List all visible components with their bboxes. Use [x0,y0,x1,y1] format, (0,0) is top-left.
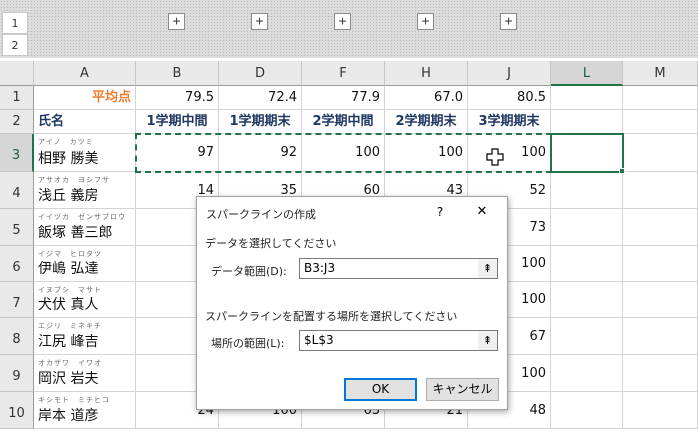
row-header[interactable]: 2 [0,110,34,134]
active-cell-border [550,133,624,173]
cell-d1[interactable]: 72.4 [219,86,302,110]
cell-l1[interactable] [551,86,623,110]
column-header-j[interactable]: J [468,61,551,86]
cell-b2[interactable]: 1学期中間 [136,110,219,134]
cell-m9[interactable] [623,355,698,392]
cell-a3[interactable]: アイノ カツミ 相野 勝美 [34,134,136,172]
furigana: アイノ カツミ [38,138,94,146]
row-header[interactable]: 1 [0,86,34,110]
expand-group-button[interactable]: + [500,13,517,30]
row-header[interactable]: 8 [0,318,34,355]
outline-level-1-button[interactable]: 1 [2,12,28,34]
column-header-b[interactable]: B [136,61,219,86]
furigana: エジリ ミネキチ [38,322,102,330]
location-range-input[interactable]: $L$3 [299,330,479,351]
cell-m7[interactable] [623,282,698,318]
data-range-collapse-button[interactable]: ⇞ [478,258,498,279]
cell-f1[interactable]: 77.9 [302,86,385,110]
cell-l5[interactable] [551,209,623,246]
cell-l7[interactable] [551,282,623,318]
cell-m8[interactable] [623,318,698,355]
cell-a4[interactable]: アサオカ ヨシフサ 浅丘 義房 [34,172,136,209]
cell-a10[interactable]: キシモト ミチヒコ 岸本 道彦 [34,392,136,429]
row-header[interactable]: 7 [0,282,34,318]
student-name: 飯塚 善三郎 [38,225,113,241]
row-header[interactable]: 10 [0,392,34,429]
cell-m2[interactable] [623,110,698,134]
cell-f2[interactable]: 2学期中間 [302,110,385,134]
cell-a6[interactable]: イジマ ヒロタツ 伊嶋 弘達 [34,246,136,282]
cell-l10[interactable] [551,392,623,429]
cell-m10[interactable] [623,392,698,429]
cell-m1[interactable] [623,86,698,110]
close-button[interactable]: ✕ [471,203,493,221]
furigana: アサオカ ヨシフサ [38,176,110,184]
fill-handle[interactable] [619,168,625,174]
cell-b1[interactable]: 79.5 [136,86,219,110]
student-name: 浅丘 義房 [38,188,99,204]
furigana: キシモト ミチヒコ [38,396,110,404]
column-header-a[interactable]: A [34,61,136,86]
data-range-label: データ範囲(D): [211,265,287,278]
cell-h2[interactable]: 2学期期末 [385,110,468,134]
furigana: オカザワ イワオ [38,359,102,367]
student-name: 江尻 峰吉 [38,334,99,350]
row-header[interactable]: 5 [0,209,34,246]
cell-m4[interactable] [623,172,698,209]
select-location-heading: スパークラインを配置する場所を選択してください [205,310,458,323]
outline-level-2-button[interactable]: 2 [2,34,28,56]
select-all-corner[interactable] [0,61,34,86]
cell-l2[interactable] [551,110,623,134]
cell-j1[interactable]: 80.5 [468,86,551,110]
expand-group-button[interactable]: + [251,13,268,30]
furigana: イイヅカ ゼンザブロウ [38,213,126,221]
cell-l6[interactable] [551,246,623,282]
data-range-input[interactable]: B3:J3 [299,258,479,279]
cell-j2[interactable]: 3学期期末 [468,110,551,134]
cell-m6[interactable] [623,246,698,282]
column-header-m[interactable]: M [623,61,698,86]
cell-l4[interactable] [551,172,623,209]
cell-m3[interactable] [623,134,698,172]
cell-l8[interactable] [551,318,623,355]
column-header-d[interactable]: D [219,61,302,86]
student-name: 岸本 道彦 [38,408,99,424]
cell-a1[interactable]: 平均点 [34,86,136,110]
help-button[interactable]: ? [430,203,450,221]
student-name: 犬伏 真人 [38,297,99,313]
cancel-button[interactable]: キャンセル [426,378,499,401]
ok-button[interactable]: OK [344,378,417,401]
cell-l9[interactable] [551,355,623,392]
cell-d2[interactable]: 1学期期末 [219,110,302,134]
cell-a9[interactable]: オカザワ イワオ 岡沢 岩夫 [34,355,136,392]
cell-cursor-icon [486,148,504,166]
expand-group-button[interactable]: + [168,13,185,30]
row-header[interactable]: 9 [0,355,34,392]
select-data-heading: データを選択してください [205,237,337,250]
column-header-f[interactable]: F [302,61,385,86]
expand-group-button[interactable]: + [417,13,434,30]
location-range-collapse-button[interactable]: ⇞ [478,330,498,351]
cell-a2[interactable]: 氏名 [34,110,136,134]
cell-a8[interactable]: エジリ ミネキチ 江尻 峰吉 [34,318,136,355]
student-name: 岡沢 岩夫 [38,371,99,387]
row-header[interactable]: 4 [0,172,34,209]
student-name: 伊嶋 弘達 [38,261,99,277]
cell-h1[interactable]: 67.0 [385,86,468,110]
row-header[interactable]: 6 [0,246,34,282]
cell-a7[interactable]: イヌブシ マサト 犬伏 真人 [34,282,136,318]
dialog-title: スパークラインの作成 [206,208,316,221]
cell-a5[interactable]: イイヅカ ゼンザブロウ 飯塚 善三郎 [34,209,136,246]
column-header-h[interactable]: H [385,61,468,86]
row-header[interactable]: 3 [0,134,34,172]
create-sparklines-dialog: スパークラインの作成 ? ✕ データを選択してください データ範囲(D): B3… [196,196,508,410]
location-range-label: 場所の範囲(L): [211,337,285,350]
student-name: 相野 勝美 [38,151,99,167]
column-header-l[interactable]: L [551,61,623,86]
expand-group-button[interactable]: + [334,13,351,30]
cell-m5[interactable] [623,209,698,246]
